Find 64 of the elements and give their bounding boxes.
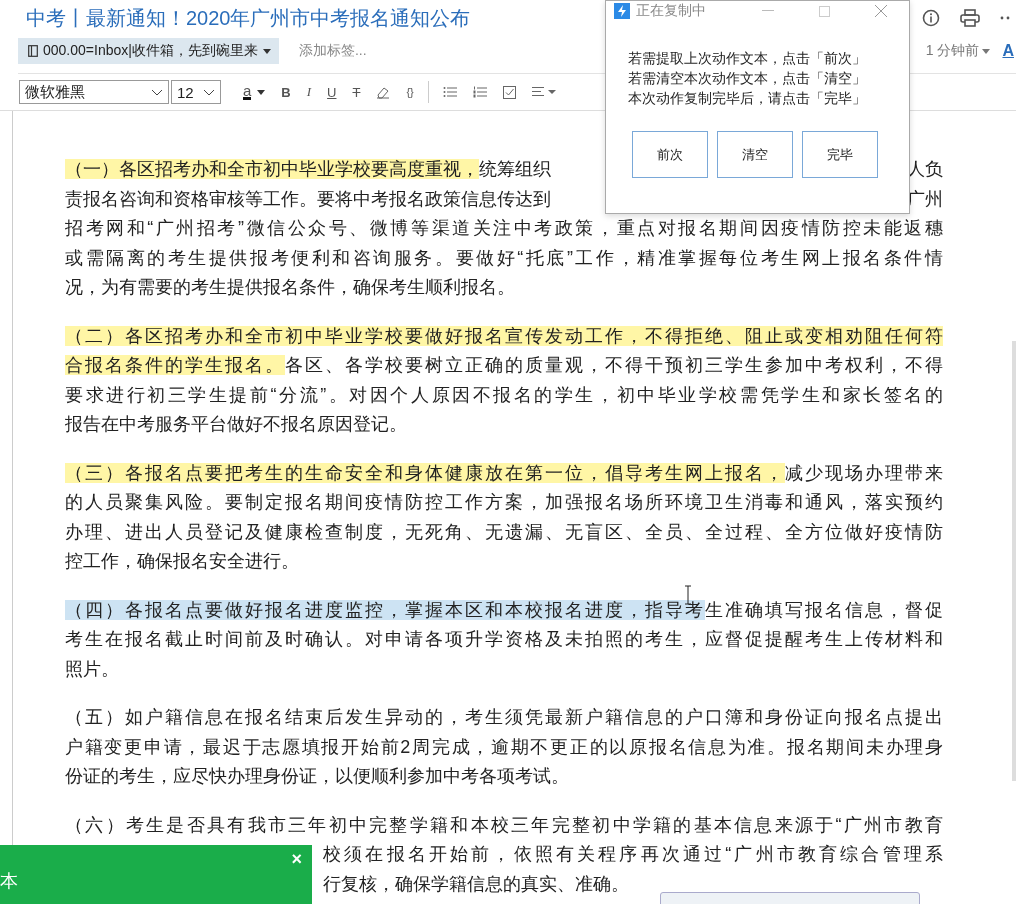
body-text: 合报名条件的学生报名。: [65, 355, 285, 375]
body-text: 报告在中考服务平台做好不报名原因登记。: [65, 414, 407, 434]
body-text: （一）各区招考办和全市初中毕业学校要高度重视，: [65, 159, 479, 179]
body-text: 各区、各学校要树立正确的质量观，不得干预初三学生参加中考权利，不得: [285, 355, 943, 375]
body-text: 行复核，确保学籍信息的真实、准确。: [323, 873, 629, 894]
info-icon[interactable]: [922, 9, 940, 27]
align-icon[interactable]: [531, 86, 556, 98]
italic-button[interactable]: I: [306, 84, 312, 100]
body-text: 考生在报名截止时间前及时确认。对申请各项升学资格及未拍照的考生，应督促提醒考生上传材料和: [65, 629, 943, 649]
checklist-icon[interactable]: [502, 85, 516, 99]
strikethrough-button[interactable]: T: [352, 84, 361, 100]
bold-button[interactable]: B: [281, 84, 291, 100]
caret-icon: [982, 48, 991, 54]
font-link[interactable]: A: [1002, 42, 1014, 60]
dialog-button[interactable]: 清空: [717, 131, 793, 178]
chevron-icon: [151, 88, 163, 96]
bullet-list-icon[interactable]: [442, 86, 457, 98]
dialog-button[interactable]: 完毕: [802, 131, 878, 178]
underline-button[interactable]: U: [327, 84, 337, 100]
text-color-button[interactable]: a: [243, 84, 266, 100]
toast-text: 本: [0, 870, 18, 893]
font-select[interactable]: 微软雅黑: [19, 80, 169, 104]
body-text: 户籍变更申请，最迟于志愿填报开始前2周完成，逾期不更正的以原报名信息为准。报名期间未办理身: [65, 736, 943, 757]
body-text: （二）各区招考办和全市初中毕业学校要做好报名宣传发动工作，不得拒绝、阻止或变相劝阻任何符: [65, 325, 943, 346]
body-text: 生准确填写报名信息，督促: [705, 599, 943, 620]
close-icon[interactable]: [875, 5, 887, 17]
notebook-icon: [28, 45, 38, 57]
body-text: （六）考生是否具有我市三年初中完整学籍和本校三年完整初中学籍的基本信息来源于“广州市教育: [65, 814, 943, 835]
body-text: 责报名咨询和资格审核等工作。要将中考报名政策信息传达到: [65, 188, 551, 209]
body-text: （五）如户籍信息在报名结束后发生异动的，考生须凭最新户籍信息的户口簿和身份证向报名点提出: [65, 707, 943, 727]
caret-icon: [257, 89, 266, 95]
instruction-text: 若需提取上次动作文本，点击「前次」: [628, 50, 867, 68]
body-text: （三）各报名点要把考生的生命安全和身体健康放在第一位，倡导考生网上报名，: [65, 462, 785, 483]
dialog-title: 正在复制中: [636, 2, 706, 20]
body-text: 办理、进出人员登记及健康检查制度，无死角、无遗漏、无盲区、全员、全过程、全方位做好疫情防: [65, 521, 943, 542]
more-icon[interactable]: [1000, 16, 1010, 20]
body-text: 的人员聚集风险。要制定报名期间疫情防控工作方案，加强报名场所环境卫生消毒和通风，落实预约: [65, 492, 943, 512]
body-text: 份证的考生，应尽快办理身份证，以便顺利参加中考各项考试。: [65, 766, 569, 786]
print-icon[interactable]: [960, 9, 980, 27]
scrollbar[interactable]: [1012, 341, 1016, 781]
dialog-button[interactable]: 前次: [632, 131, 708, 178]
caret-icon: [262, 48, 271, 54]
body-text: 照片。: [65, 658, 119, 679]
body-text: 要求进行初三学生提前“分流”。对因个人原因不报名的学生，初中毕业学校需凭学生和家长签名的: [65, 384, 943, 405]
body-text: 或需隔离的考生提供报考便利和咨询服务。要做好“托底”工作，精准掌握每位考生网上报名条件情: [65, 247, 943, 268]
body-text: 校须在报名开始前，依照有关程序再次通过“广州市教育综合管理系: [323, 844, 943, 864]
add-tag-field[interactable]: 添加标签...: [298, 42, 367, 60]
body-text: 招考网和“广州招考”微信公众号、微博等渠道关注中考政策，重点对报名期间因疫情防控未能返穗: [65, 218, 943, 238]
numbered-list-icon[interactable]: [472, 86, 487, 98]
body-text: 减少现场办理带来: [785, 462, 943, 483]
instruction-text: 本次动作复制完毕后，请点击「完毕」: [628, 90, 867, 108]
body-text: （四）各报名点要做好报名进度监控，掌握本区和本校报名进度，指导考: [65, 599, 705, 620]
body-text: 统筹组织: [479, 159, 551, 179]
lightning-icon: [614, 3, 630, 19]
time-dropdown[interactable]: 1 分钟前: [925, 42, 991, 60]
email-title: 中考丨最新通知！2020年广州市中考报名通知公布: [26, 5, 471, 31]
folder-dropdown[interactable]: 000.00=Inbox|收件箱，先到碗里来: [18, 38, 279, 64]
body-text: 控工作，确保报名安全进行。: [65, 551, 299, 571]
chevron-icon: [203, 88, 215, 96]
body-text: 况，为有需要的考生提供报名条件，确保考生顺利报名。: [65, 277, 515, 297]
size-select[interactable]: 12: [171, 80, 221, 104]
code-button[interactable]: {}: [406, 86, 414, 98]
instruction-text: 若需清空本次动作文本，点击「清空」: [628, 70, 867, 88]
highlighter-icon[interactable]: [376, 85, 391, 99]
